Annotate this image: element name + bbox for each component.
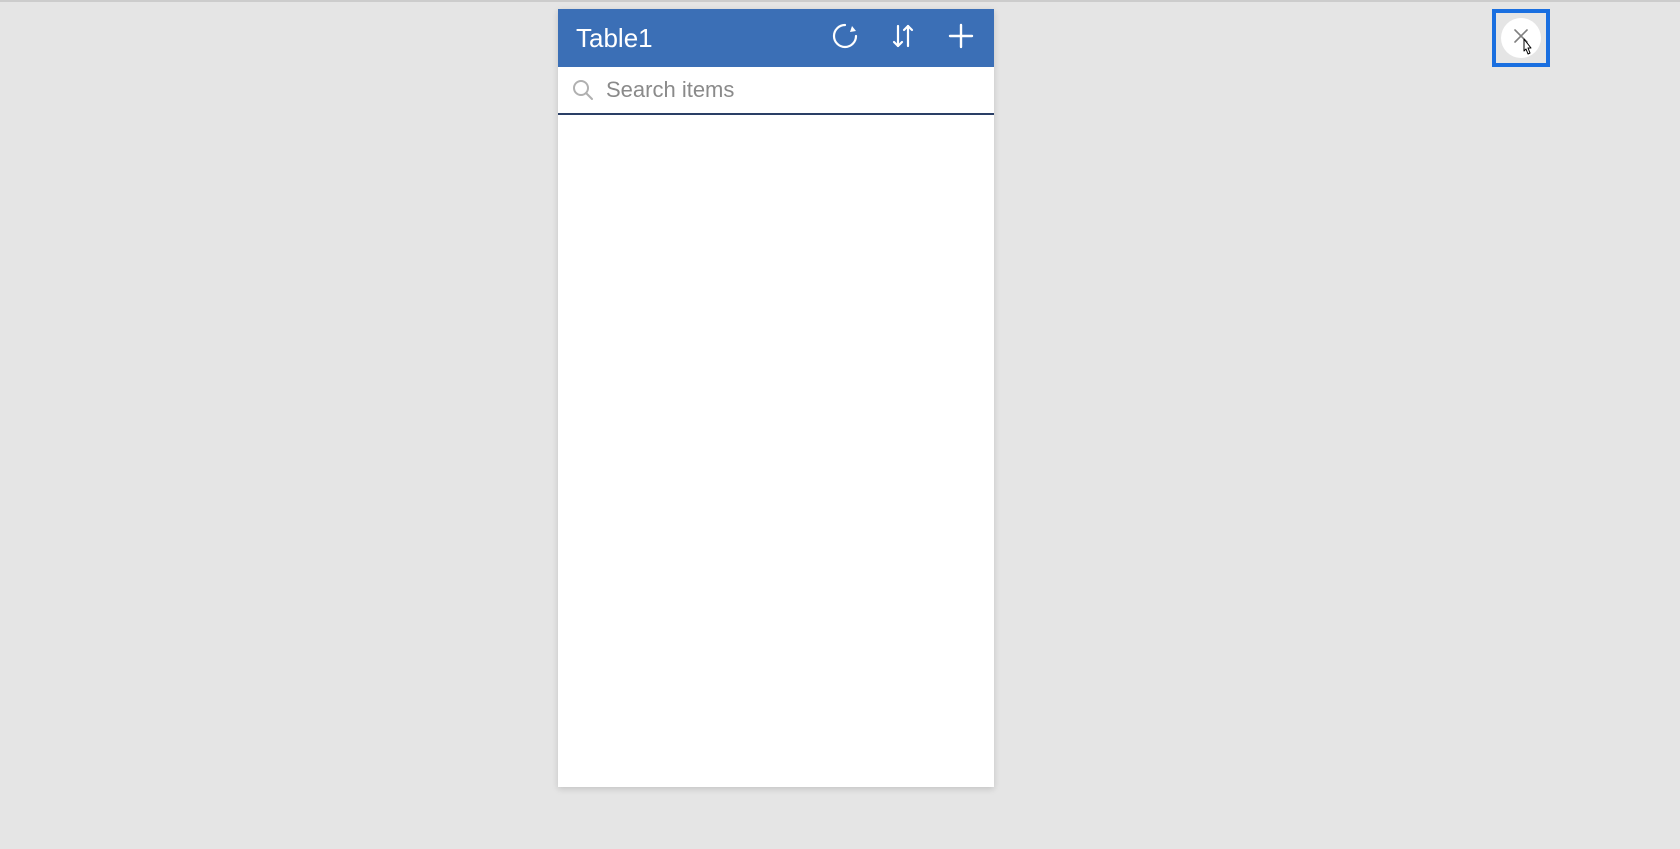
panel-header: Table1	[558, 9, 994, 67]
panel-title: Table1	[576, 23, 830, 54]
app-panel: Table1	[558, 9, 994, 787]
header-actions	[830, 23, 976, 53]
search-bar	[558, 67, 994, 115]
sort-button[interactable]	[888, 23, 918, 53]
close-button[interactable]	[1492, 9, 1550, 67]
close-circle	[1501, 18, 1541, 58]
list-area	[558, 115, 994, 787]
plus-icon	[948, 23, 974, 54]
search-icon	[568, 79, 598, 101]
search-input[interactable]	[598, 77, 984, 103]
refresh-icon	[831, 22, 859, 55]
close-icon	[1512, 27, 1530, 50]
sort-icon	[891, 22, 915, 55]
add-button[interactable]	[946, 23, 976, 53]
refresh-button[interactable]	[830, 23, 860, 53]
